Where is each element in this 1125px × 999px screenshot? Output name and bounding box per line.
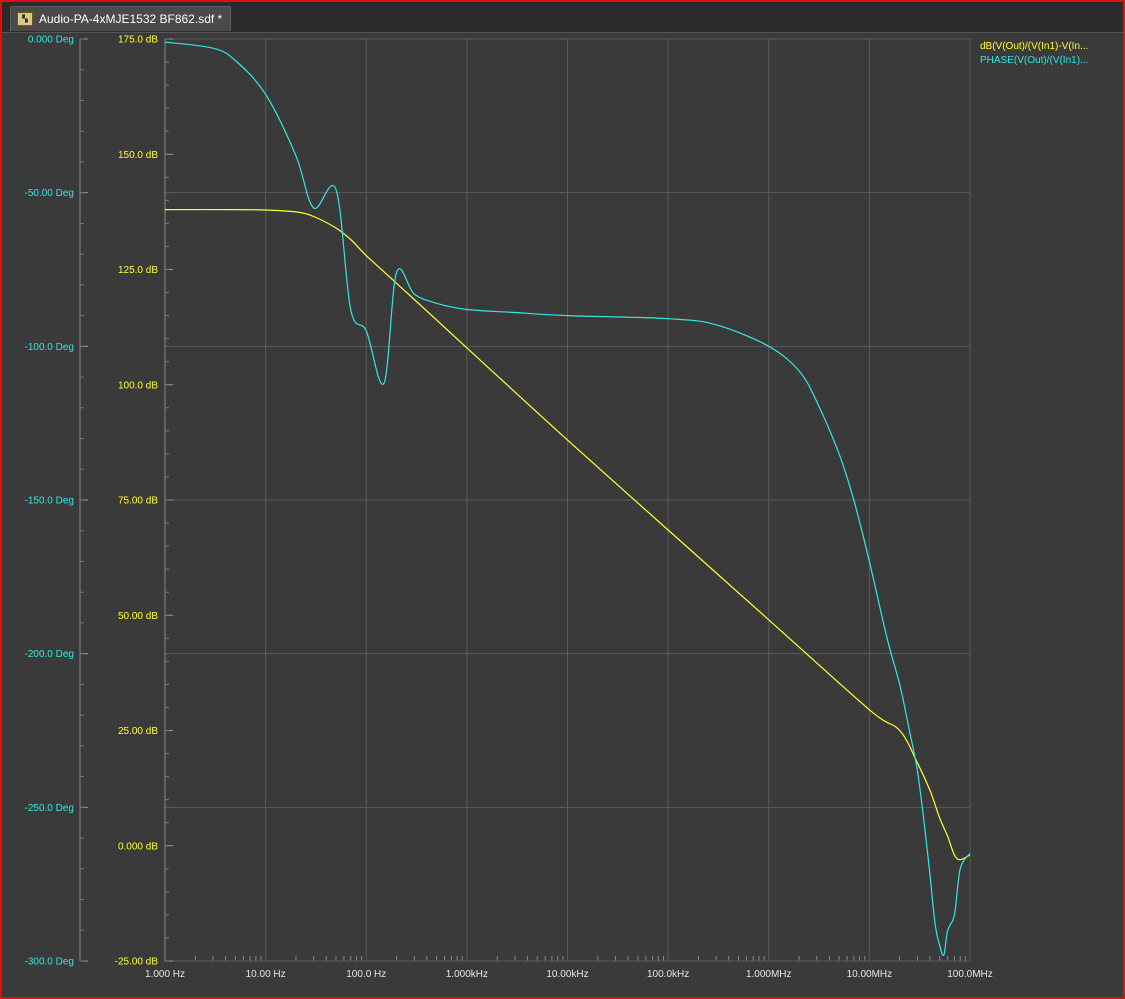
db-tick-label: 50.00 dB xyxy=(118,611,158,622)
phase-tick-label: -200.0 Deg xyxy=(25,649,74,660)
db-tick-label: 150.0 dB xyxy=(118,150,158,161)
x-tick-label: 1.000 Hz xyxy=(145,969,185,980)
x-tick-label: 100.0kHz xyxy=(647,969,689,980)
db-tick-label: 25.00 dB xyxy=(118,726,158,737)
legend-item-magnitude[interactable]: dB(V(Out)/(V(In1)-V(In... xyxy=(980,40,1088,54)
bode-plot[interactable]: 1.000 Hz 10.00 Hz 100.0 Hz 1.000kHz 10.00kHz… xyxy=(0,0,1125,999)
x-tick-label: 10.00MHz xyxy=(847,969,893,980)
x-tick-label: 1.000kHz xyxy=(446,969,488,980)
phase-tick-label: -50.00 Deg xyxy=(25,188,74,199)
x-tick-label: 10.00 Hz xyxy=(246,969,286,980)
chart-legend: dB(V(Out)/(V(In1)-V(In... PHASE(V(Out)/(… xyxy=(980,40,1088,68)
x-tick-label: 1.000MHz xyxy=(746,969,792,980)
db-tick-label: 75.00 dB xyxy=(118,496,158,507)
x-tick-label: 10.00kHz xyxy=(546,969,588,980)
phase-tick-label: -150.0 Deg xyxy=(25,496,74,507)
phase-tick-label: -250.0 Deg xyxy=(25,803,74,814)
db-tick-label: 0.000 dB xyxy=(118,841,158,852)
x-tick-label: 100.0 Hz xyxy=(346,969,386,980)
db-tick-label: 175.0 dB xyxy=(118,35,158,46)
db-tick-label: -25.00 dB xyxy=(115,957,159,968)
phase-tick-label: -100.0 Deg xyxy=(25,342,74,353)
db-tick-label: 125.0 dB xyxy=(118,265,158,276)
phase-tick-label: -300.0 Deg xyxy=(25,957,74,968)
phase-tick-label: 0.000 Deg xyxy=(28,35,74,46)
legend-item-phase[interactable]: PHASE(V(Out)/(V(In1)... xyxy=(980,54,1088,68)
x-tick-label: 100.0MHz xyxy=(947,969,993,980)
db-tick-label: 100.0 dB xyxy=(118,380,158,391)
